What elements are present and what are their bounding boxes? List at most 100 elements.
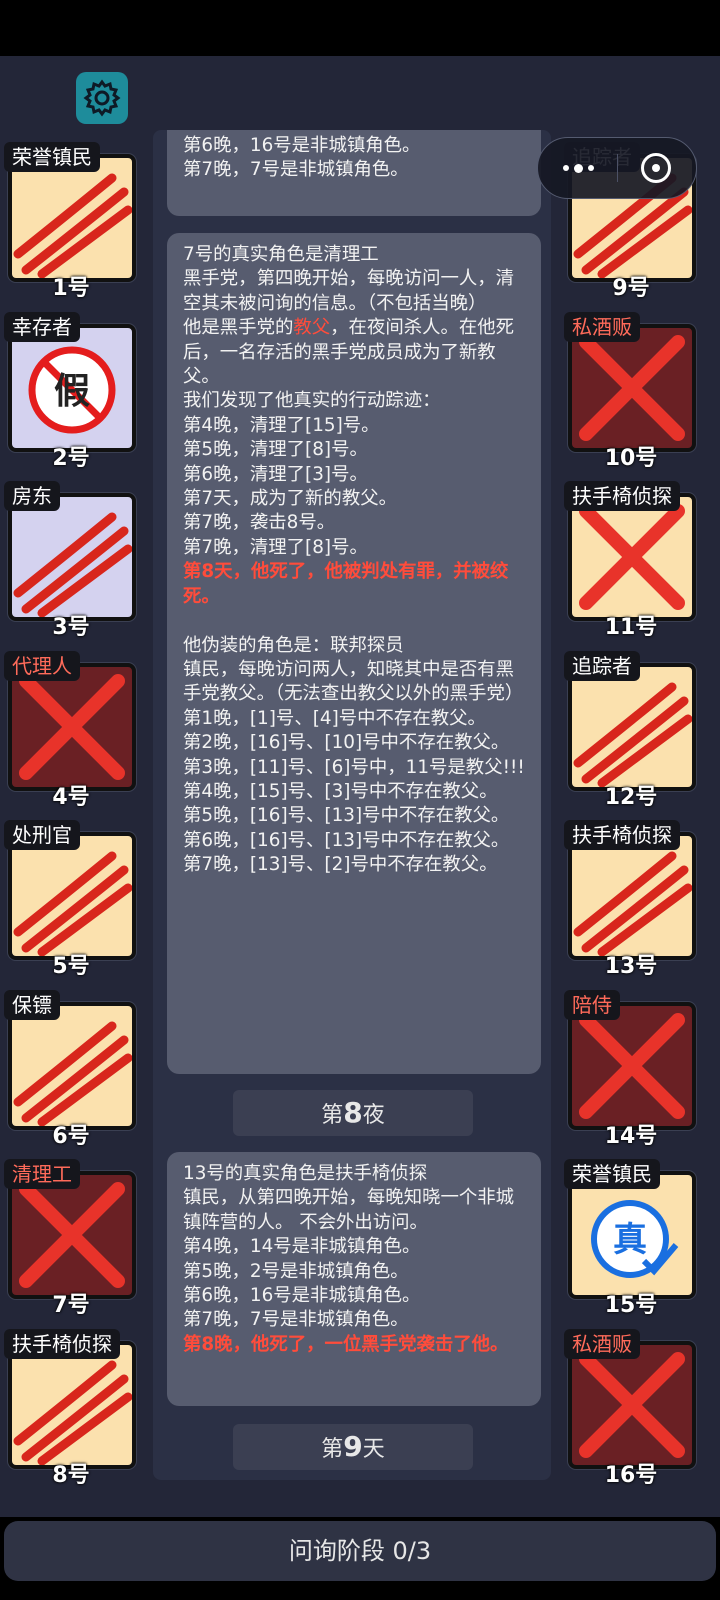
player-card-7[interactable]: 清理工 7号: [0, 1159, 142, 1318]
role-portrait: [568, 493, 696, 621]
claw-mark-icon: [573, 682, 692, 787]
log-line: 第6晚，清理了[3]号。: [183, 463, 368, 485]
claw-mark-icon: [13, 851, 132, 956]
phase-text: 天: [362, 1437, 385, 1462]
cross-mark-icon: [19, 674, 125, 780]
player-card-3[interactable]: 房东 3号: [0, 481, 142, 640]
cross-mark-icon: [579, 335, 685, 441]
player-number: 16号: [604, 1463, 658, 1488]
log-line: 第5晚，[16]号、[13]号中不存在教父。: [183, 805, 510, 827]
log-line: 第6晚，16号是非城镇角色。: [183, 135, 421, 156]
role-name: 荣誉镇民: [4, 142, 100, 172]
role-portrait: [568, 1002, 696, 1130]
player-card-16[interactable]: 私酒贩 16号: [560, 1329, 702, 1488]
cross-mark-icon: [579, 1352, 685, 1458]
death-notice: 第8晚，他死了，一位黑手党袭击了他。: [183, 1333, 509, 1355]
log-line: 他伪装的角色是：联邦探员: [183, 634, 404, 656]
cross-mark-icon: [19, 1182, 125, 1288]
player-number: 14号: [604, 1124, 658, 1149]
player-card-15[interactable]: 真 荣誉镇民 15号: [560, 1159, 702, 1318]
log-line: 第4晚，[15]号、[3]号中不存在教父。: [183, 780, 498, 802]
player-card-4[interactable]: 代理人 4号: [0, 651, 142, 810]
player-card-12[interactable]: 追踪者 12号: [560, 651, 702, 810]
phase-text: 第: [321, 1437, 344, 1462]
role-portrait: [568, 832, 696, 960]
log-line: 第7晚，[13]号、[2]号中不存在教父。: [183, 854, 498, 876]
log-entry-partial: 第6晚，16号是非城镇角色。 第7晚，7号是非城镇角色。: [167, 130, 541, 216]
player-card-10[interactable]: 私酒贩 10号: [560, 312, 702, 471]
game-log-panel[interactable]: 第6晚，16号是非城镇角色。 第7晚，7号是非城镇角色。 7号的真实角色是清理工…: [153, 130, 551, 1480]
player-number: 2号: [52, 446, 90, 471]
log-line: 第2晚，[16]号、[10]号中不存在教父。: [183, 732, 510, 754]
claw-mark-icon: [13, 173, 132, 278]
role-portrait: [8, 832, 136, 960]
player-number: 9号: [612, 276, 650, 301]
log-line: 我们发现了他真实的行动踪迹：: [183, 390, 441, 412]
target-close-icon[interactable]: [640, 153, 671, 183]
inquiry-phase-bar[interactable]: 问询阶段 0/3: [4, 1521, 716, 1581]
more-dots-icon[interactable]: [563, 163, 595, 173]
claw-mark-icon: [13, 1021, 132, 1126]
role-name: 追踪者: [564, 651, 640, 681]
log-line: 13号的真实角色是扶手椅侦探: [183, 1163, 428, 1184]
true-stamp-icon: 真: [591, 1200, 679, 1278]
role-portrait: [8, 1341, 136, 1469]
role-portrait: 假: [8, 324, 136, 452]
player-card-5[interactable]: 处刑官 5号: [0, 820, 142, 979]
role-portrait: [568, 1341, 696, 1469]
phase-divider-day9: 第9天: [233, 1424, 473, 1470]
role-portrait: [8, 154, 136, 282]
log-line: 第3晚，[11]号、[6]号中，11号是教父!!!: [183, 756, 525, 778]
log-text: 他是黑手党的: [183, 317, 294, 339]
player-card-14[interactable]: 陪侍 14号: [560, 990, 702, 1149]
log-entry-cleaner: 7号的真实角色是清理工 黑手党，第四晚开始，每晚访问一人，清空其未被问询的信息。…: [167, 233, 541, 1074]
role-name: 保镖: [4, 990, 60, 1020]
player-number: 6号: [52, 1124, 90, 1149]
role-name: 扶手椅侦探: [564, 481, 680, 511]
mini-program-capsule: [537, 137, 697, 199]
player-card-6[interactable]: 保镖 6号: [0, 990, 142, 1149]
log-line: 他是黑手党的教父，在夜间杀人。在他死后，一名存活的黑手党成员成为了新教父。: [183, 316, 525, 389]
role-name: 私酒贩: [564, 1329, 640, 1359]
gear-icon: [83, 79, 121, 117]
player-card-13[interactable]: 扶手椅侦探 13号: [560, 820, 702, 979]
role-name: 房东: [4, 481, 60, 511]
bottom-area: 问询阶段 0/3: [0, 1517, 720, 1600]
phase-number: 9: [343, 1430, 363, 1463]
player-card-2[interactable]: 假 幸存者 2号: [0, 312, 142, 471]
log-line: 第6晚，16号是非城镇角色。: [183, 1285, 421, 1307]
log-line: 镇民，每晚访问两人，知晓其中是否有黑手党教父。（无法查出教父以外的黑手党）: [183, 658, 524, 705]
fake-stamp-icon: 假: [28, 346, 116, 434]
role-name: 扶手椅侦探: [4, 1329, 120, 1359]
death-notice: 第8天，他死了，他被判处有罪，并被绞死。: [183, 561, 509, 607]
log-line: 第7天，成为了新的教父。: [183, 488, 397, 510]
role-name: 扶手椅侦探: [564, 820, 680, 850]
player-card-1[interactable]: 荣誉镇民 1号: [0, 142, 142, 301]
log-line: 第5晚，2号是非城镇角色。: [183, 1260, 409, 1282]
player-card-8[interactable]: 扶手椅侦探 8号: [0, 1329, 142, 1488]
log-line: 第7晚，袭击8号。: [183, 512, 336, 534]
role-portrait: [8, 1002, 136, 1130]
cross-mark-icon: [579, 1013, 685, 1119]
log-line: 黑手党，第四晚开始，每晚访问一人，清空其未被问询的信息。（不包括当晚）: [183, 268, 515, 314]
log-line: 第7晚，7号是非城镇角色。: [183, 1309, 409, 1331]
role-name: 陪侍: [564, 990, 620, 1020]
role-name: 幸存者: [4, 312, 80, 342]
log-line: 第1晚，[1]号、[4]号中不存在教父。: [183, 707, 486, 729]
player-number: 8号: [52, 1463, 90, 1488]
player-number: 12号: [604, 785, 658, 810]
player-number: 3号: [52, 615, 90, 640]
role-name: 荣誉镇民: [564, 1159, 660, 1189]
player-card-11[interactable]: 扶手椅侦探 11号: [560, 481, 702, 640]
log-line: 第4晚，清理了[15]号。: [183, 414, 380, 436]
role-portrait: [568, 663, 696, 791]
log-line: 第7晚，清理了[8]号。: [183, 536, 368, 558]
settings-button[interactable]: [76, 72, 128, 124]
player-number: 13号: [604, 954, 658, 979]
claw-mark-icon: [13, 512, 132, 617]
role-name: 私酒贩: [564, 312, 640, 342]
player-number: 10号: [604, 446, 658, 471]
log-entry-armchair: 13号的真实角色是扶手椅侦探 镇民，从第四晚开始，每晚知晓一个非城镇阵营的人。 …: [167, 1152, 541, 1406]
role-portrait: [8, 1171, 136, 1299]
